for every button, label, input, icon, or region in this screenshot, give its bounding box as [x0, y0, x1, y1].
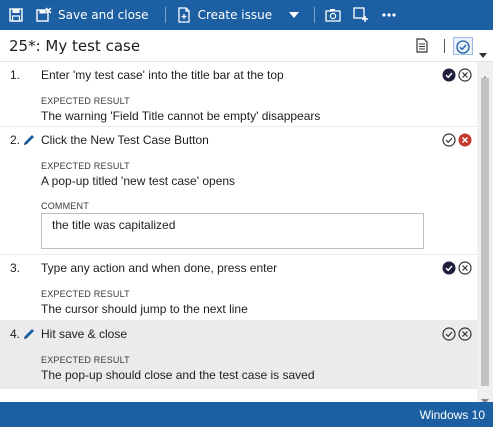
- test-step[interactable]: 1. Enter 'my test case' into the title b…: [0, 62, 477, 127]
- notes-icon[interactable]: [416, 38, 430, 54]
- expected-result-label: EXPECTED RESULT: [41, 355, 130, 365]
- toolbar-divider: [314, 7, 316, 23]
- comment-field[interactable]: the title was capitalized: [41, 213, 424, 249]
- expected-result-label: EXPECTED RESULT: [41, 161, 130, 171]
- comment-text: the title was capitalized: [52, 218, 176, 232]
- fail-icon[interactable]: [458, 326, 472, 341]
- expected-result-text[interactable]: The cursor should jump to the next line: [41, 302, 248, 316]
- step-status: [442, 67, 472, 82]
- toolbar: Save and close Create issue: [0, 0, 493, 30]
- pencil-icon[interactable]: [22, 132, 36, 146]
- pass-icon[interactable]: [442, 326, 456, 341]
- title-actions: [416, 36, 489, 58]
- more-icon: [381, 7, 397, 23]
- step-status: [442, 260, 472, 275]
- step-number: 1.: [10, 68, 21, 82]
- step-action[interactable]: Click the New Test Case Button: [41, 133, 209, 147]
- page-title[interactable]: 25*: My test case: [9, 37, 140, 55]
- expected-result-text[interactable]: A pop-up titled 'new test case' opens: [41, 174, 235, 188]
- outcome-dropdown-icon[interactable]: [479, 43, 489, 58]
- title-row: 25*: My test case: [0, 30, 493, 62]
- scrollbar-thumb[interactable]: [481, 78, 489, 386]
- toolbar-divider: [164, 7, 166, 23]
- step-number: 4.: [10, 327, 21, 341]
- status-bar-text: Windows 10: [419, 408, 485, 422]
- test-outcome-button[interactable]: [453, 37, 473, 55]
- step-number: 3.: [10, 261, 21, 275]
- step-action[interactable]: Hit save & close: [41, 327, 127, 341]
- create-issue-dropdown[interactable]: [286, 0, 302, 30]
- pencil-icon[interactable]: [22, 326, 36, 340]
- scroll-up-icon[interactable]: [481, 66, 489, 81]
- status-bar: Windows 10: [0, 402, 493, 427]
- step-number: 2.: [10, 133, 21, 147]
- test-step[interactable]: 2. Click the New Test Case Button EXPECT…: [0, 127, 477, 255]
- capture-add-button[interactable]: [353, 0, 369, 30]
- test-steps-list: 1. Enter 'my test case' into the title b…: [0, 62, 477, 402]
- screenshot-button[interactable]: [325, 0, 341, 30]
- fail-icon[interactable]: [458, 67, 472, 82]
- create-issue-label: Create issue: [197, 8, 273, 22]
- save-and-close-label: Save and close: [58, 8, 149, 22]
- save-button[interactable]: [8, 0, 24, 30]
- expected-result-label: EXPECTED RESULT: [41, 289, 130, 299]
- save-and-close-button[interactable]: Save and close: [36, 0, 149, 30]
- test-step-selected[interactable]: 4. Hit save & close EXPECTED RESULT The …: [0, 321, 477, 389]
- camera-icon: [325, 7, 341, 23]
- title-divider: [444, 39, 445, 53]
- pass-icon[interactable]: [442, 67, 456, 82]
- expected-result-text[interactable]: The warning 'Field Title cannot be empty…: [41, 109, 320, 123]
- expected-result-text[interactable]: The pop-up should close and the test cas…: [41, 368, 315, 382]
- save-icon: [8, 7, 24, 23]
- fail-icon[interactable]: [458, 132, 472, 147]
- step-status: [442, 132, 472, 147]
- pass-icon[interactable]: [442, 260, 456, 275]
- capture-add-icon: [353, 7, 369, 23]
- expected-result-label: EXPECTED RESULT: [41, 96, 130, 106]
- step-action[interactable]: Enter 'my test case' into the title bar …: [41, 68, 284, 82]
- step-action[interactable]: Type any action and when done, press ent…: [41, 261, 277, 275]
- save-close-icon: [36, 7, 52, 23]
- pass-icon[interactable]: [442, 132, 456, 147]
- test-step[interactable]: 3. Type any action and when done, press …: [0, 255, 477, 321]
- step-status: [442, 326, 472, 341]
- vertical-scrollbar[interactable]: [477, 62, 493, 404]
- chevron-down-icon: [286, 7, 302, 23]
- scroll-down-icon[interactable]: [481, 390, 489, 404]
- fail-icon[interactable]: [458, 260, 472, 275]
- create-issue-icon: [176, 7, 192, 23]
- comment-label: COMMENT: [41, 201, 89, 211]
- create-issue-button[interactable]: Create issue: [176, 0, 273, 30]
- more-button[interactable]: [381, 0, 397, 30]
- check-circle-icon: [456, 39, 470, 54]
